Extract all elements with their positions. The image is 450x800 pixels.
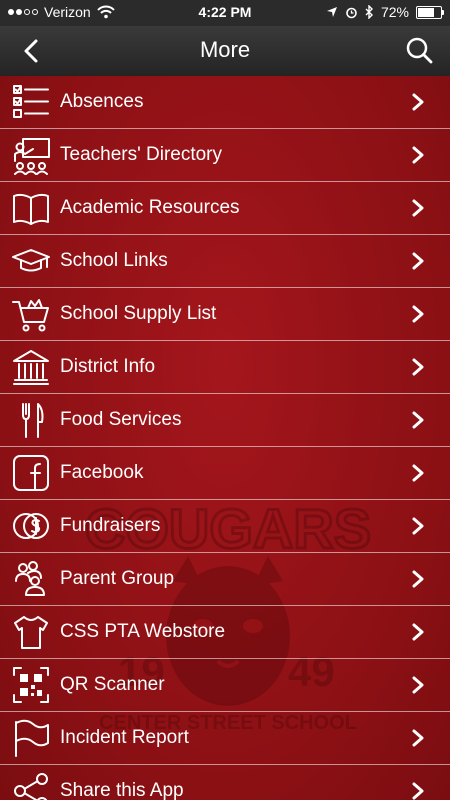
menu-item-absences[interactable]: Absences <box>0 76 450 129</box>
flag-icon <box>15 719 49 757</box>
share-icon <box>14 773 48 800</box>
qr-code-icon <box>13 667 49 703</box>
menu-item-school-links[interactable]: School Links <box>0 235 450 288</box>
signal-icon <box>8 9 38 15</box>
menu-item-css-pta-webstore[interactable]: CSS PTA Webstore <box>0 606 450 659</box>
status-right: 72% <box>326 4 444 20</box>
share-icon <box>10 770 52 800</box>
chevron-right-icon <box>412 729 424 747</box>
page-title: More <box>199 37 251 62</box>
chevron-right-icon <box>412 782 424 800</box>
menu-item-label: Fundraisers <box>60 515 161 536</box>
search-icon <box>406 37 433 64</box>
chevron-right-icon <box>412 93 424 111</box>
battery-percent: 72% <box>380 4 409 20</box>
chevron-right-icon <box>412 358 424 376</box>
chevron-right-icon <box>412 252 424 270</box>
bluetooth-icon <box>365 5 373 19</box>
carrier-label: Verizon <box>44 4 91 20</box>
shopping-cart-icon <box>12 299 49 332</box>
status-bar: Verizon 4:22 PM 72% <box>0 0 450 26</box>
teacher-icon <box>10 134 52 176</box>
navigation-bar: More <box>0 26 450 76</box>
tshirt-icon <box>10 611 52 653</box>
chevron-right-icon <box>412 199 424 217</box>
chevron-right-icon <box>412 517 424 535</box>
location-icon <box>326 7 337 17</box>
facebook-icon <box>13 455 49 491</box>
menu-item-incident-report[interactable]: Incident Report <box>0 712 450 765</box>
menu-item-facebook[interactable]: Facebook <box>0 447 450 500</box>
chevron-right-icon <box>412 570 424 588</box>
chevron-right-icon <box>412 676 424 694</box>
facebook-icon <box>10 452 52 494</box>
tshirt-icon <box>14 616 48 649</box>
search-button[interactable] <box>402 35 436 67</box>
coins-icon <box>10 505 52 547</box>
menu-item-district-info[interactable]: District Info <box>0 341 450 394</box>
fork-knife-icon <box>10 399 52 441</box>
menu-item-qr-scanner[interactable]: QR Scanner <box>0 659 450 712</box>
building-icon <box>13 350 49 385</box>
menu-item-food-services[interactable]: Food Services <box>0 394 450 447</box>
alarm-icon <box>346 7 357 18</box>
building-icon <box>10 346 52 388</box>
menu-item-label: School Supply List <box>60 303 217 324</box>
battery-icon <box>416 5 444 19</box>
chevron-right-icon <box>412 305 424 323</box>
chevron-right-icon <box>412 411 424 429</box>
flag-icon <box>10 717 52 759</box>
fork-knife-icon <box>22 403 44 438</box>
menu-item-fundraisers[interactable]: Fundraisers <box>0 500 450 553</box>
teacher-icon <box>14 138 50 175</box>
menu-item-share-this-app[interactable]: Share this App <box>0 765 450 800</box>
menu-item-label: Absences <box>60 91 144 112</box>
people-icon <box>15 561 45 596</box>
checklist-icon <box>13 85 49 118</box>
status-left: Verizon <box>8 4 115 20</box>
menu-item-label: Food Services <box>60 409 182 430</box>
menu-item-label: School Links <box>60 250 168 271</box>
book-icon <box>10 187 52 229</box>
people-icon <box>10 558 52 600</box>
menu-item-parent-group[interactable]: Parent Group <box>0 553 450 606</box>
menu-item-academic-resources[interactable]: Academic Resources <box>0 182 450 235</box>
menu-item-teachers-directory[interactable]: Teachers' Directory <box>0 129 450 182</box>
graduation-cap-icon <box>10 240 52 282</box>
menu-item-label: Academic Resources <box>60 197 240 218</box>
menu-item-label: Share this App <box>60 780 184 800</box>
graduation-cap-icon <box>12 249 50 272</box>
menu-item-label: QR Scanner <box>60 674 165 695</box>
menu-item-school-supply-list[interactable]: School Supply List <box>0 288 450 341</box>
qr-code-icon <box>10 664 52 706</box>
chevron-right-icon <box>412 464 424 482</box>
shopping-cart-icon <box>10 293 52 335</box>
menu-item-label: Teachers' Directory <box>60 144 223 165</box>
chevron-right-icon <box>412 146 424 164</box>
wifi-icon <box>96 5 115 19</box>
chevron-right-icon <box>412 623 424 641</box>
menu-item-label: Facebook <box>60 462 144 483</box>
menu-item-label: Parent Group <box>60 568 175 589</box>
menu-item-label: Incident Report <box>60 727 189 748</box>
checklist-icon <box>10 81 52 123</box>
menu-list: COUGARS 19 49 CENTER STREET SCHOOL Absen… <box>0 76 450 800</box>
coins-icon <box>13 513 49 539</box>
book-icon <box>13 193 49 225</box>
menu-item-label: CSS PTA Webstore <box>60 621 226 642</box>
menu-item-label: District Info <box>60 356 156 377</box>
